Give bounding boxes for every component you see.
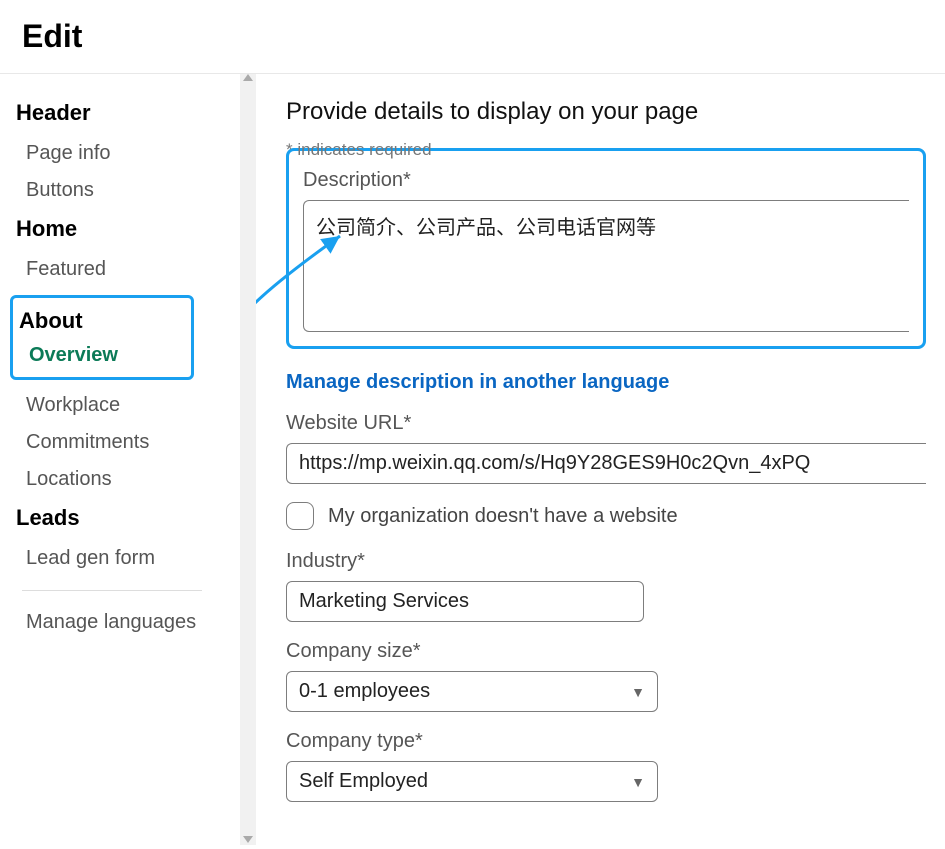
sidebar-group-home[interactable]: Home xyxy=(16,216,240,242)
company-type-select[interactable]: Self Employed ▼ xyxy=(286,761,658,802)
no-website-checkbox[interactable] xyxy=(286,502,314,530)
manage-description-language-link[interactable]: Manage description in another language xyxy=(286,371,669,394)
scroll-down-icon[interactable] xyxy=(243,836,253,843)
sidebar-item-featured[interactable]: Featured xyxy=(26,258,240,281)
website-url-input[interactable]: https://mp.weixin.qq.com/s/Hq9Y28GES9H0c… xyxy=(286,443,926,484)
company-size-value: 0-1 employees xyxy=(299,680,430,703)
sidebar-item-locations[interactable]: Locations xyxy=(26,468,240,491)
chevron-down-icon: ▼ xyxy=(631,774,645,790)
vertical-scrollbar[interactable] xyxy=(240,74,256,845)
sidebar-item-workplace[interactable]: Workplace xyxy=(26,394,240,417)
sidebar-item-buttons[interactable]: Buttons xyxy=(26,179,240,202)
sidebar-item-page-info[interactable]: Page info xyxy=(26,142,240,165)
sidebar-item-overview[interactable]: Overview xyxy=(29,344,181,367)
sidebar-group-about[interactable]: About xyxy=(19,308,181,334)
company-type-label: Company type* xyxy=(286,730,945,753)
page-title: Edit xyxy=(0,0,945,73)
company-size-label: Company size* xyxy=(286,640,945,663)
sidebar-item-lead-gen-form[interactable]: Lead gen form xyxy=(26,547,240,570)
main-heading: Provide details to display on your page xyxy=(286,98,945,126)
industry-value: Marketing Services xyxy=(299,590,469,613)
description-label: Description* xyxy=(303,169,909,192)
sidebar-item-commitments[interactable]: Commitments xyxy=(26,431,240,454)
company-type-value: Self Employed xyxy=(299,770,428,793)
chevron-down-icon: ▼ xyxy=(631,684,645,700)
sidebar-group-leads[interactable]: Leads xyxy=(16,505,240,531)
company-size-select[interactable]: 0-1 employees ▼ xyxy=(286,671,658,712)
scroll-up-icon[interactable] xyxy=(243,74,253,81)
industry-input[interactable]: Marketing Services xyxy=(286,581,644,622)
website-url-label: Website URL* xyxy=(286,412,945,435)
no-website-label: My organization doesn't have a website xyxy=(328,505,678,528)
main-content: Provide details to display on your page … xyxy=(256,74,945,845)
sidebar-divider xyxy=(22,590,202,591)
description-textarea[interactable]: 公司简介、公司产品、公司电话官网等 xyxy=(303,200,909,332)
description-highlight: Description* 公司简介、公司产品、公司电话官网等 xyxy=(286,148,926,349)
industry-label: Industry* xyxy=(286,550,945,573)
sidebar-group-header[interactable]: Header xyxy=(16,100,240,126)
sidebar-about-highlight: About Overview xyxy=(10,295,194,380)
sidebar-item-manage-languages[interactable]: Manage languages xyxy=(26,611,240,634)
sidebar: Header Page info Buttons Home Featured A… xyxy=(0,74,240,845)
